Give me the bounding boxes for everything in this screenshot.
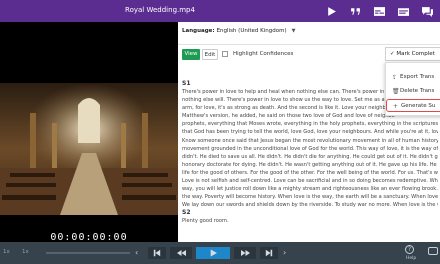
delete-transcript-menu-item[interactable]: 🗑 Delete Trans	[386, 85, 440, 98]
divider	[178, 44, 440, 45]
text-line: didn't. He died to save us all. He didn'…	[182, 153, 438, 160]
play-icon-button[interactable]	[320, 0, 342, 22]
help-label: Help	[406, 256, 417, 261]
quote-icon-button[interactable]	[344, 0, 366, 22]
playback-controls: 1x 1x ‹ › ? Help	[0, 242, 440, 264]
chevron-left-icon[interactable]: ‹	[135, 248, 138, 257]
text-line: honorary doctorate for dying. He didn't.…	[182, 161, 438, 168]
text-line: that God has been trying to tell the wor…	[182, 129, 438, 136]
edit-button[interactable]: Edit	[202, 49, 218, 60]
segment-label: S2	[182, 209, 191, 216]
highlight-confidences-checkbox[interactable]	[222, 51, 228, 57]
fast-forward-button[interactable]	[234, 247, 256, 259]
text-line: Love is not selfish and self-centred. Lo…	[182, 178, 438, 185]
view-button[interactable]: View	[182, 49, 200, 60]
chevron-down-icon: ▼	[291, 28, 296, 34]
text-line: life for the good of others. For the goo…	[182, 169, 438, 176]
language-value: English (United Kingdom)	[216, 28, 287, 34]
menu-item-label: Export Trans	[400, 74, 435, 80]
document-icon	[397, 7, 409, 16]
text-line: way, you will let justice roll down like…	[182, 186, 438, 193]
export-icon: ⇪	[392, 74, 398, 81]
play-button[interactable]	[196, 247, 230, 259]
language-selector[interactable]: Language: English (United Kingdom) ▼	[182, 28, 295, 34]
chevron-right-icon[interactable]: ›	[283, 248, 286, 257]
quote-icon	[350, 7, 360, 15]
speed-value[interactable]: 1x	[22, 249, 29, 255]
segment-label: S1	[182, 80, 191, 87]
keyboard-icon[interactable]	[428, 247, 438, 255]
chat-icon	[421, 6, 433, 17]
trash-icon: 🗑	[392, 88, 400, 95]
play-icon	[210, 249, 217, 257]
mark-complete-button[interactable]: ✓ Mark Complet	[385, 47, 440, 61]
plus-icon: +	[393, 103, 399, 110]
export-transcript-menu-item[interactable]: ⇪ Export Trans	[386, 71, 440, 84]
subtitles-icon	[373, 6, 385, 16]
play-icon	[327, 6, 336, 16]
video-player[interactable]: 00:00:00:00	[0, 22, 178, 243]
skip-back-button[interactable]	[148, 247, 166, 259]
segment-text[interactable]: Plenty good room.	[182, 218, 229, 224]
language-label: Language:	[182, 28, 215, 34]
options-menu: ⇪ Export Trans 🗑 Delete Trans + Generate…	[385, 62, 440, 116]
skip-forward-button[interactable]	[260, 247, 278, 259]
top-bar: Royal Wedding.mp4	[0, 0, 440, 22]
transcript-editor: Language: English (United Kingdom) ▼ Vie…	[178, 22, 440, 242]
video-frame	[0, 83, 178, 215]
text-line: movement grounded in the unconditional l…	[182, 145, 438, 152]
menu-item-label: Generate Su	[401, 103, 436, 109]
highlight-confidences-label: Highlight Confidences	[233, 51, 294, 57]
menu-item-label: Delete Trans	[400, 88, 435, 94]
text-line: prophets, everything that Moses wrote, e…	[182, 121, 438, 128]
skip-back-icon	[153, 249, 161, 257]
skip-forward-icon	[265, 249, 273, 257]
text-line: We lay down our swords and shields down …	[182, 202, 438, 209]
text-line: the way. Poverty will become history. Wh…	[182, 194, 438, 201]
progress-track[interactable]	[46, 252, 130, 254]
file-title: Royal Wedding.mp4	[125, 6, 195, 14]
text-line: Know someone once said that Jesus began …	[182, 137, 438, 144]
help-icon[interactable]: ?	[405, 245, 414, 254]
subtitles-icon-button[interactable]	[368, 0, 390, 22]
document-icon-button[interactable]	[392, 0, 414, 22]
speed-label: 1x	[3, 249, 10, 255]
rewind-button[interactable]	[170, 247, 192, 259]
generate-subtitles-menu-item[interactable]: + Generate Su	[386, 99, 440, 112]
rewind-icon	[176, 250, 186, 256]
fast-forward-icon	[240, 250, 250, 256]
mark-complete-label: Mark Complet	[396, 51, 435, 57]
chat-icon-button[interactable]	[416, 0, 438, 22]
